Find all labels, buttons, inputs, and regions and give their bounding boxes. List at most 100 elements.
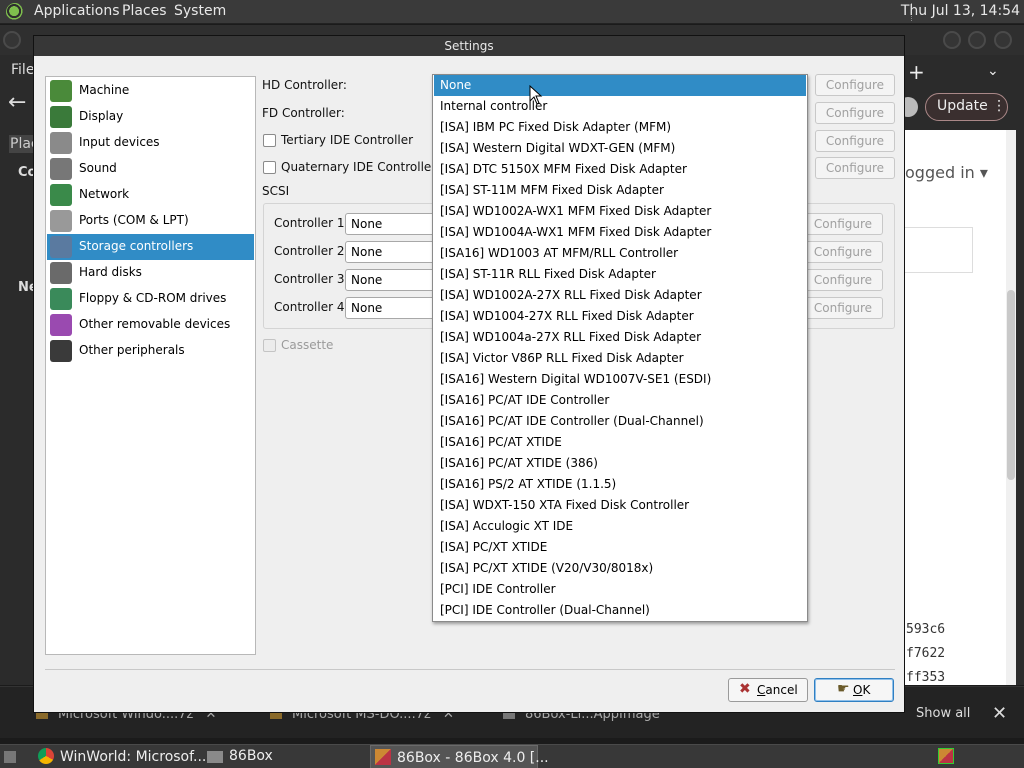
scsi-controller-1-select[interactable]: None <box>345 213 435 235</box>
tree-item-ports-com-lpt[interactable]: Ports (COM & LPT) <box>47 208 254 234</box>
file-menu[interactable]: File <box>11 62 34 78</box>
tree-item-label: Sound <box>79 161 117 175</box>
tray-86box-icon[interactable] <box>938 745 960 768</box>
hd-configure-button[interactable]: Configure <box>815 74 895 96</box>
tree-item-input-devices[interactable]: Input devices <box>47 130 254 156</box>
dropdown-option[interactable]: [ISA16] PC/AT IDE Controller <box>434 390 806 411</box>
distro-logo-icon[interactable] <box>6 3 24 21</box>
tree-item-display[interactable]: Display <box>47 104 254 130</box>
taskbar-item-86box-app[interactable]: 86Box - 86Box 4.0 [... <box>370 745 549 768</box>
window-close-right-icon[interactable] <box>994 31 1012 49</box>
top-panel: Applications Places System Thu Jul 13, 1… <box>0 0 1024 24</box>
scsi-controller-2-select[interactable]: None <box>345 241 435 263</box>
taskbar: WinWorld: Microsof... 86Box 86Box - 86Bo… <box>0 744 1024 768</box>
tree-item-floppy-cd-rom-drives[interactable]: Floppy & CD-ROM drives <box>47 286 254 312</box>
dropdown-option[interactable]: [ISA] WD1004a-27X RLL Fixed Disk Adapter <box>434 327 806 348</box>
dropdown-option[interactable]: [ISA] WDXT-150 XTA Fixed Disk Controller <box>434 495 806 516</box>
tree-item-network[interactable]: Network <box>47 182 254 208</box>
scsi-controller-3-select[interactable]: None <box>345 269 435 291</box>
tree-item-storage-controllers[interactable]: Storage controllers <box>47 234 254 260</box>
dropdown-option[interactable]: [ISA16] PC/AT IDE Controller (Dual-Chann… <box>434 411 806 432</box>
show-all-button[interactable]: Show all <box>916 706 970 721</box>
tertiary-configure-button[interactable]: Configure <box>815 130 895 152</box>
window-minimize-icon[interactable] <box>943 31 961 49</box>
back-arrow-icon[interactable]: ← <box>8 90 26 115</box>
tree-item-label: Machine <box>79 83 130 97</box>
fd-configure-button[interactable]: Configure <box>815 102 895 124</box>
speaker-icon <box>50 158 72 180</box>
cancel-x-icon: ✖ <box>739 681 751 697</box>
tree-item-other-peripherals[interactable]: Other peripherals <box>47 338 254 364</box>
dropdown-option[interactable]: [ISA16] WD1003 AT MFM/RLL Controller <box>434 243 806 264</box>
dropdown-option[interactable]: [ISA] WD1002A-27X RLL Fixed Disk Adapter <box>434 285 806 306</box>
quaternary-ide-checkbox[interactable] <box>263 161 276 174</box>
scsi-1-configure-button[interactable]: Configure <box>803 213 883 235</box>
scsi-3-configure-button[interactable]: Configure <box>803 269 883 291</box>
tab-list-chevron-icon[interactable]: ⌄ <box>987 63 999 79</box>
webpage-scrollbar-thumb[interactable] <box>1007 290 1015 480</box>
dropdown-option[interactable]: [ISA] Acculogic XT IDE <box>434 516 806 537</box>
scsi-controller-4-select[interactable]: None <box>345 297 435 319</box>
dropdown-option[interactable]: Internal controller <box>434 96 806 117</box>
scsi-label: SCSI <box>262 184 290 198</box>
scsi-controller-1-label: Controller 1: <box>274 216 349 230</box>
quaternary-configure-button[interactable]: Configure <box>815 157 895 179</box>
tertiary-ide-checkbox[interactable] <box>263 134 276 147</box>
scsi-2-configure-button[interactable]: Configure <box>803 241 883 263</box>
clock[interactable]: Thu Jul 13, 14:54 <box>901 3 1020 19</box>
dropdown-option[interactable]: [ISA] WD1004-27X RLL Fixed Disk Adapter <box>434 306 806 327</box>
system-menu[interactable]: System <box>174 3 226 19</box>
dropdown-option[interactable]: [ISA] ST-11M MFM Fixed Disk Adapter <box>434 180 806 201</box>
scsi-controller-2-label: Controller 2: <box>274 244 349 258</box>
tree-item-hard-disks[interactable]: Hard disks <box>47 260 254 286</box>
cassette-label[interactable]: Cassette <box>281 338 333 352</box>
dropdown-option[interactable]: [ISA] ST-11R RLL Fixed Disk Adapter <box>434 264 806 285</box>
dropdown-option[interactable]: [ISA16] PC/AT XTIDE <box>434 432 806 453</box>
hd-controller-dropdown-list: None Internal controller [ISA] IBM PC Fixe… <box>432 74 808 622</box>
dropdown-option[interactable]: [ISA16] PS/2 AT XTIDE (1.1.5) <box>434 474 806 495</box>
tertiary-ide-label[interactable]: Tertiary IDE Controller <box>281 133 413 147</box>
dropdown-option[interactable]: [ISA16] PC/AT XTIDE (386) <box>434 453 806 474</box>
close-downloads-icon[interactable]: ✕ <box>992 703 1007 724</box>
applications-menu[interactable]: Applications <box>34 3 120 19</box>
cancel-button[interactable]: ✖ Cancel <box>728 678 808 702</box>
dropdown-option[interactable]: [ISA] WD1004A-WX1 MFM Fixed Disk Adapter <box>434 222 806 243</box>
taskbar-item-winworld[interactable]: WinWorld: Microsof... <box>38 745 206 768</box>
dropdown-option[interactable]: [ISA] PC/XT XTIDE <box>434 537 806 558</box>
dropdown-option[interactable]: None <box>434 75 806 96</box>
window-maximize-icon[interactable] <box>968 31 986 49</box>
new-tab-plus-icon[interactable]: + <box>908 60 925 84</box>
tree-item-label: Other peripherals <box>79 343 185 357</box>
dropdown-option[interactable]: [ISA16] Western Digital WD1007V-SE1 (ESD… <box>434 369 806 390</box>
ok-button[interactable]: ☛ OK <box>814 678 894 702</box>
dropdown-option[interactable]: [PCI] IDE Controller (Dual-Channel) <box>434 600 806 621</box>
hash-text-1: 593c6 <box>906 622 946 637</box>
dropdown-option[interactable]: [ISA] DTC 5150X MFM Fixed Disk Adapter <box>434 159 806 180</box>
update-button[interactable]: Update ⋮ <box>925 93 1008 121</box>
hash-text-2: f7622 <box>906 646 946 661</box>
quaternary-ide-label[interactable]: Quaternary IDE Controller <box>281 160 436 174</box>
motherboard-icon <box>50 80 72 102</box>
taskbar-item-86box-folder[interactable]: 86Box <box>207 745 273 768</box>
folder-icon <box>207 751 223 763</box>
tree-item-label: Other removable devices <box>79 317 231 331</box>
tree-item-machine[interactable]: Machine <box>47 78 254 104</box>
window-close-icon[interactable] <box>3 31 21 49</box>
taskbar-item-label: 86Box - 86Box 4.0 [... <box>397 750 549 766</box>
dropdown-option[interactable]: [PCI] IDE Controller <box>434 579 806 600</box>
dropdown-option[interactable]: [ISA] Western Digital WDXT-GEN (MFM) <box>434 138 806 159</box>
cassette-checkbox[interactable] <box>263 339 276 352</box>
tree-item-other-removable-devices[interactable]: Other removable devices <box>47 312 254 338</box>
dropdown-option[interactable]: [ISA] WD1002A-WX1 MFM Fixed Disk Adapter <box>434 201 806 222</box>
scsi-4-configure-button[interactable]: Configure <box>803 297 883 319</box>
hd-controller-label: HD Controller: <box>262 78 347 92</box>
hash-text-3: ff353 <box>906 670 946 685</box>
tree-item-sound[interactable]: Sound <box>47 156 254 182</box>
logged-in-text[interactable]: ogged in ▾ <box>905 163 988 182</box>
tree-item-label: Display <box>79 109 124 123</box>
dropdown-option[interactable]: [ISA] PC/XT XTIDE (V20/V30/8018x) <box>434 558 806 579</box>
show-desktop-icon[interactable] <box>4 745 16 768</box>
places-menu[interactable]: Places <box>122 3 167 19</box>
dropdown-option[interactable]: [ISA] Victor V86P RLL Fixed Disk Adapter <box>434 348 806 369</box>
dropdown-option[interactable]: [ISA] IBM PC Fixed Disk Adapter (MFM) <box>434 117 806 138</box>
